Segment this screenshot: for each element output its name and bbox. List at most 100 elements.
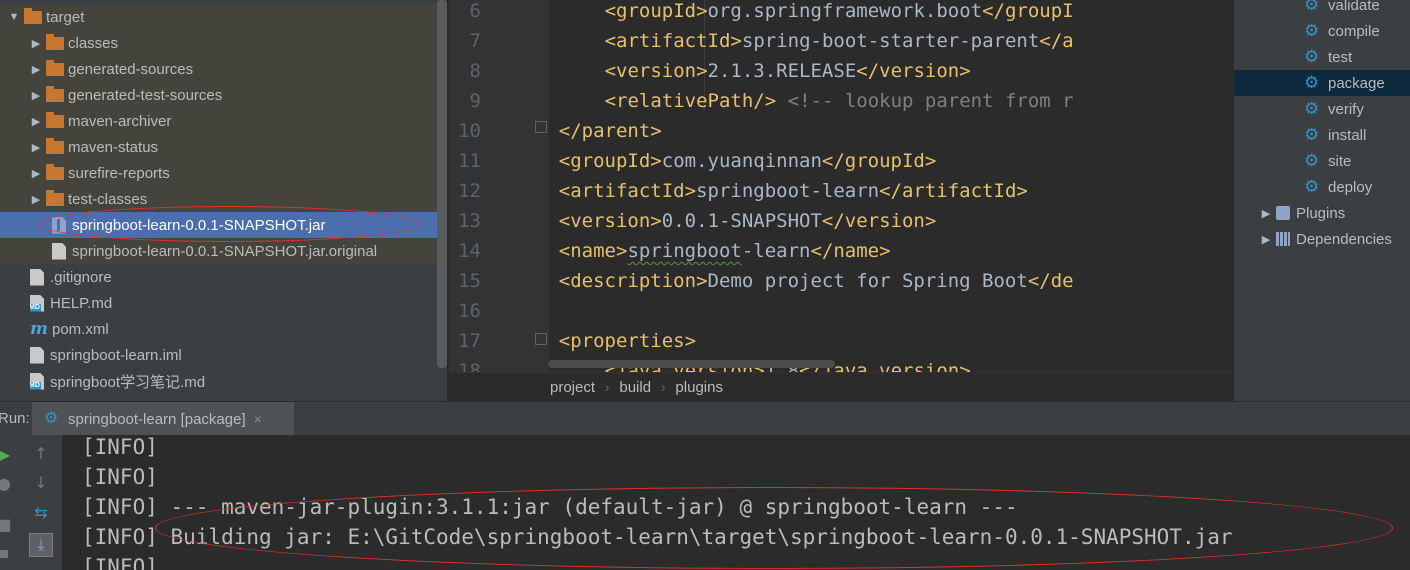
arrow-up-icon[interactable]: ↑ [29, 444, 53, 463]
maven-goal-verify[interactable]: ⚙ verify [1234, 96, 1410, 122]
maven-goal-deploy[interactable]: ⚙ deploy [1234, 174, 1410, 200]
close-icon[interactable]: × [254, 411, 262, 427]
tree-item-label: surefire-reports [68, 164, 170, 182]
maven-group-plugins[interactable]: ▶ Plugins [1234, 200, 1410, 226]
xml-tag-token: </artifactId> [879, 180, 1028, 202]
editor-horizontal-scrollbar[interactable] [548, 360, 835, 368]
project-tree-scrollbar[interactable] [437, 0, 447, 368]
chevron-right-icon[interactable]: ▶ [30, 36, 42, 50]
tree-item[interactable]: ▼ target [0, 4, 437, 30]
spelling-warning-token: springboot [627, 240, 742, 262]
xml-tag-token: </version> [856, 60, 971, 82]
gear-icon: ⚙ [44, 410, 59, 427]
soft-wrap-icon[interactable]: ⇆ [29, 503, 53, 522]
text-token: spring-boot-starter-parent [741, 30, 1040, 52]
maven-goal-validate[interactable]: ⚙ validate [1234, 0, 1410, 18]
maven-goal-compile[interactable]: ⚙ compile [1234, 18, 1410, 44]
maven-goal-test[interactable]: ⚙ test [1234, 44, 1410, 70]
breadcrumb-item-project[interactable]: project [550, 379, 595, 396]
code-line: <description>Demo project for Spring Boo… [559, 266, 1074, 296]
chevron-right-icon[interactable]: ▶ [30, 192, 42, 206]
maven-group-dependencies[interactable]: ▶ Dependencies [1234, 226, 1410, 252]
maven-file-icon: m [30, 318, 48, 339]
folder-icon [46, 189, 64, 206]
tree-item[interactable]: ▶ test-classes [0, 186, 437, 212]
breadcrumb-item-build[interactable]: build [619, 379, 651, 396]
tree-item[interactable]: ▶ maven-status [0, 134, 437, 160]
line-number: 6 [469, 0, 481, 22]
chevron-right-icon[interactable]: ▶ [30, 140, 42, 154]
maven-group-label: Dependencies [1296, 230, 1392, 248]
pause-icon[interactable]: ■ [0, 515, 16, 534]
markdown-file-icon [30, 372, 44, 390]
chevron-right-icon[interactable]: ▶ [30, 166, 42, 180]
maven-goal-site[interactable]: ⚙ site [1234, 148, 1410, 174]
tree-item[interactable]: springboot-learn.iml [0, 342, 437, 368]
run-toolbar: ▶ ↑ ● ↓ ⇆ ■ ⤓ ▪ [0, 435, 62, 570]
folder-icon [46, 85, 64, 102]
rerun-icon[interactable]: ▶ [0, 445, 16, 464]
tree-item-label: springboot-learn-0.0.1-SNAPSHOT.jar [72, 216, 326, 234]
tree-item[interactable]: ▶ maven-archiver [0, 108, 437, 134]
tree-item-label: classes [68, 34, 119, 52]
run-console[interactable]: [INFO] [INFO] [INFO] --- maven-jar-plugin:… [62, 435, 1410, 570]
tree-item-label: pom.xml [52, 320, 109, 338]
run-tab[interactable]: ⚙ springboot-learn [package] × [32, 402, 294, 436]
chevron-down-icon[interactable]: ▼ [8, 10, 20, 24]
code-line: <groupId>org.springframework.boot</group… [605, 0, 1074, 26]
xml-tag-token: <artifactId> [604, 30, 742, 52]
chevron-right-icon[interactable]: ▶ [1260, 206, 1272, 220]
xml-tag-token: </parent> [558, 120, 662, 142]
gear-icon: ⚙ [1304, 0, 1320, 14]
maven-goal-label: install [1328, 126, 1367, 144]
text-token: Demo project for Spring Boot [707, 270, 1028, 292]
tree-item[interactable]: ▶ surefire-reports [0, 160, 437, 186]
tree-item[interactable]: ▶ generated-sources [0, 56, 437, 82]
line-number: 16 [458, 300, 481, 322]
tree-item-label: springboot-learn.iml [50, 346, 182, 364]
arrow-down-icon[interactable]: ↓ [29, 473, 53, 492]
console-line: [INFO] [82, 435, 158, 459]
maven-goal-package[interactable]: ⚙ package [1234, 70, 1410, 96]
xml-tag-token: <groupId> [558, 150, 662, 172]
tree-item[interactable]: .gitignore [0, 264, 437, 290]
code-area[interactable]: <groupId>org.springframework.boot</group… [549, 0, 1233, 372]
line-number: 8 [469, 60, 481, 82]
run-label: Run: [0, 410, 30, 427]
chevron-right-icon[interactable]: ▶ [1260, 232, 1272, 246]
code-line: </parent> [559, 116, 662, 146]
tree-item-label: springboot学习笔记.md [50, 373, 206, 391]
code-editor[interactable]: 6 7 8 9 10 11 12 13 14 15 16 17 18 <groupId>org.spri… [449, 0, 1233, 401]
code-line: <artifactId>spring-boot-starter-parent</… [605, 26, 1074, 56]
breadcrumb-item-plugins[interactable]: plugins [675, 379, 723, 396]
gear-icon: ⚙ [1304, 125, 1320, 144]
settings-icon[interactable]: ▪ [0, 543, 16, 562]
gear-icon: ⚙ [1304, 99, 1320, 118]
maven-goal-label: deploy [1328, 178, 1373, 196]
gear-icon: ⚙ [1304, 177, 1320, 196]
tree-item[interactable]: ▶ classes [0, 30, 437, 56]
tree-item-selected[interactable]: springboot-learn-0.0.1-SNAPSHOT.jar [0, 212, 437, 238]
chevron-right-icon[interactable]: ▶ [30, 114, 42, 128]
comment-token: <!-- lookup parent from r [787, 90, 1074, 112]
maven-goal-install[interactable]: ⚙ install [1234, 122, 1410, 148]
fold-marker-icon[interactable] [535, 121, 547, 133]
scroll-to-end-icon[interactable]: ⤓ [29, 533, 53, 557]
maven-goal-label: package [1328, 74, 1385, 92]
code-line: <version>2.1.3.RELEASE</version> [605, 56, 971, 86]
tree-item-label: maven-archiver [68, 112, 172, 130]
tree-item[interactable]: springboot-learn-0.0.1-SNAPSHOT.jar.orig… [0, 238, 437, 264]
tree-item-label: .gitignore [50, 268, 112, 286]
text-token: 2.1.3.RELEASE [707, 60, 857, 82]
chevron-right-icon[interactable]: ▶ [30, 62, 42, 76]
stop-icon[interactable]: ● [0, 474, 16, 493]
tree-item[interactable]: ▶ generated-test-sources [0, 82, 437, 108]
fold-marker-icon[interactable] [535, 333, 547, 345]
tree-item[interactable]: HELP.md [0, 290, 437, 316]
chevron-right-icon[interactable]: ▶ [30, 88, 42, 102]
maven-panel: ⚙ validate ⚙ compile ⚙ test ⚙ package ⚙ verify ⚙ in… [1234, 0, 1410, 401]
tree-item[interactable]: springboot学习笔记.md [0, 368, 437, 394]
line-number: 15 [458, 270, 481, 292]
tree-item[interactable]: m pom.xml [0, 316, 437, 342]
